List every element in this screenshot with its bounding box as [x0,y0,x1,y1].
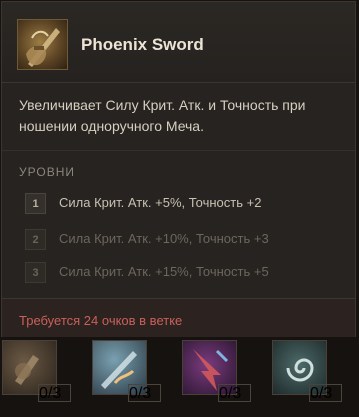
slot-points-3: 0/3 [218,384,251,402]
sword-hand-icon [17,19,68,70]
level-number: 2 [25,229,46,250]
level-effect: Сила Крит. Атк. +15%, Точность +5 [59,264,269,279]
slot-points-2: 0/3 [128,384,161,402]
requirement-bar: Требуется 24 очков в ветке [2,298,355,337]
requirement-text: Требуется 24 очков в ветке [19,313,183,328]
level-effect: Сила Крит. Атк. +5%, Точность +2 [59,195,262,210]
skill-title: Phoenix Sword [81,35,204,54]
level-row-1: 1 Сила Крит. Атк. +5%, Точность +2 [25,193,335,215]
skill-description: Увеличивает Силу Крит. Атк. и Точность п… [19,97,306,134]
slot-points-1: 0/3 [38,384,71,402]
skill-tooltip: Phoenix Sword Увеличивает Силу Крит. Атк… [1,1,356,337]
divider [2,150,355,151]
level-row-3: 3 Сила Крит. Атк. +15%, Точность +5 [25,262,335,284]
level-number: 1 [25,193,46,214]
level-number: 3 [25,262,46,283]
slot-points-4: 0/3 [309,384,342,402]
tooltip-header: Phoenix Sword [2,2,355,83]
levels-heading: УРОВНИ [19,165,75,179]
level-effect: Сила Крит. Атк. +10%, Точность +3 [59,231,269,246]
level-row-2: 2 Сила Крит. Атк. +10%, Точность +3 [25,229,335,251]
